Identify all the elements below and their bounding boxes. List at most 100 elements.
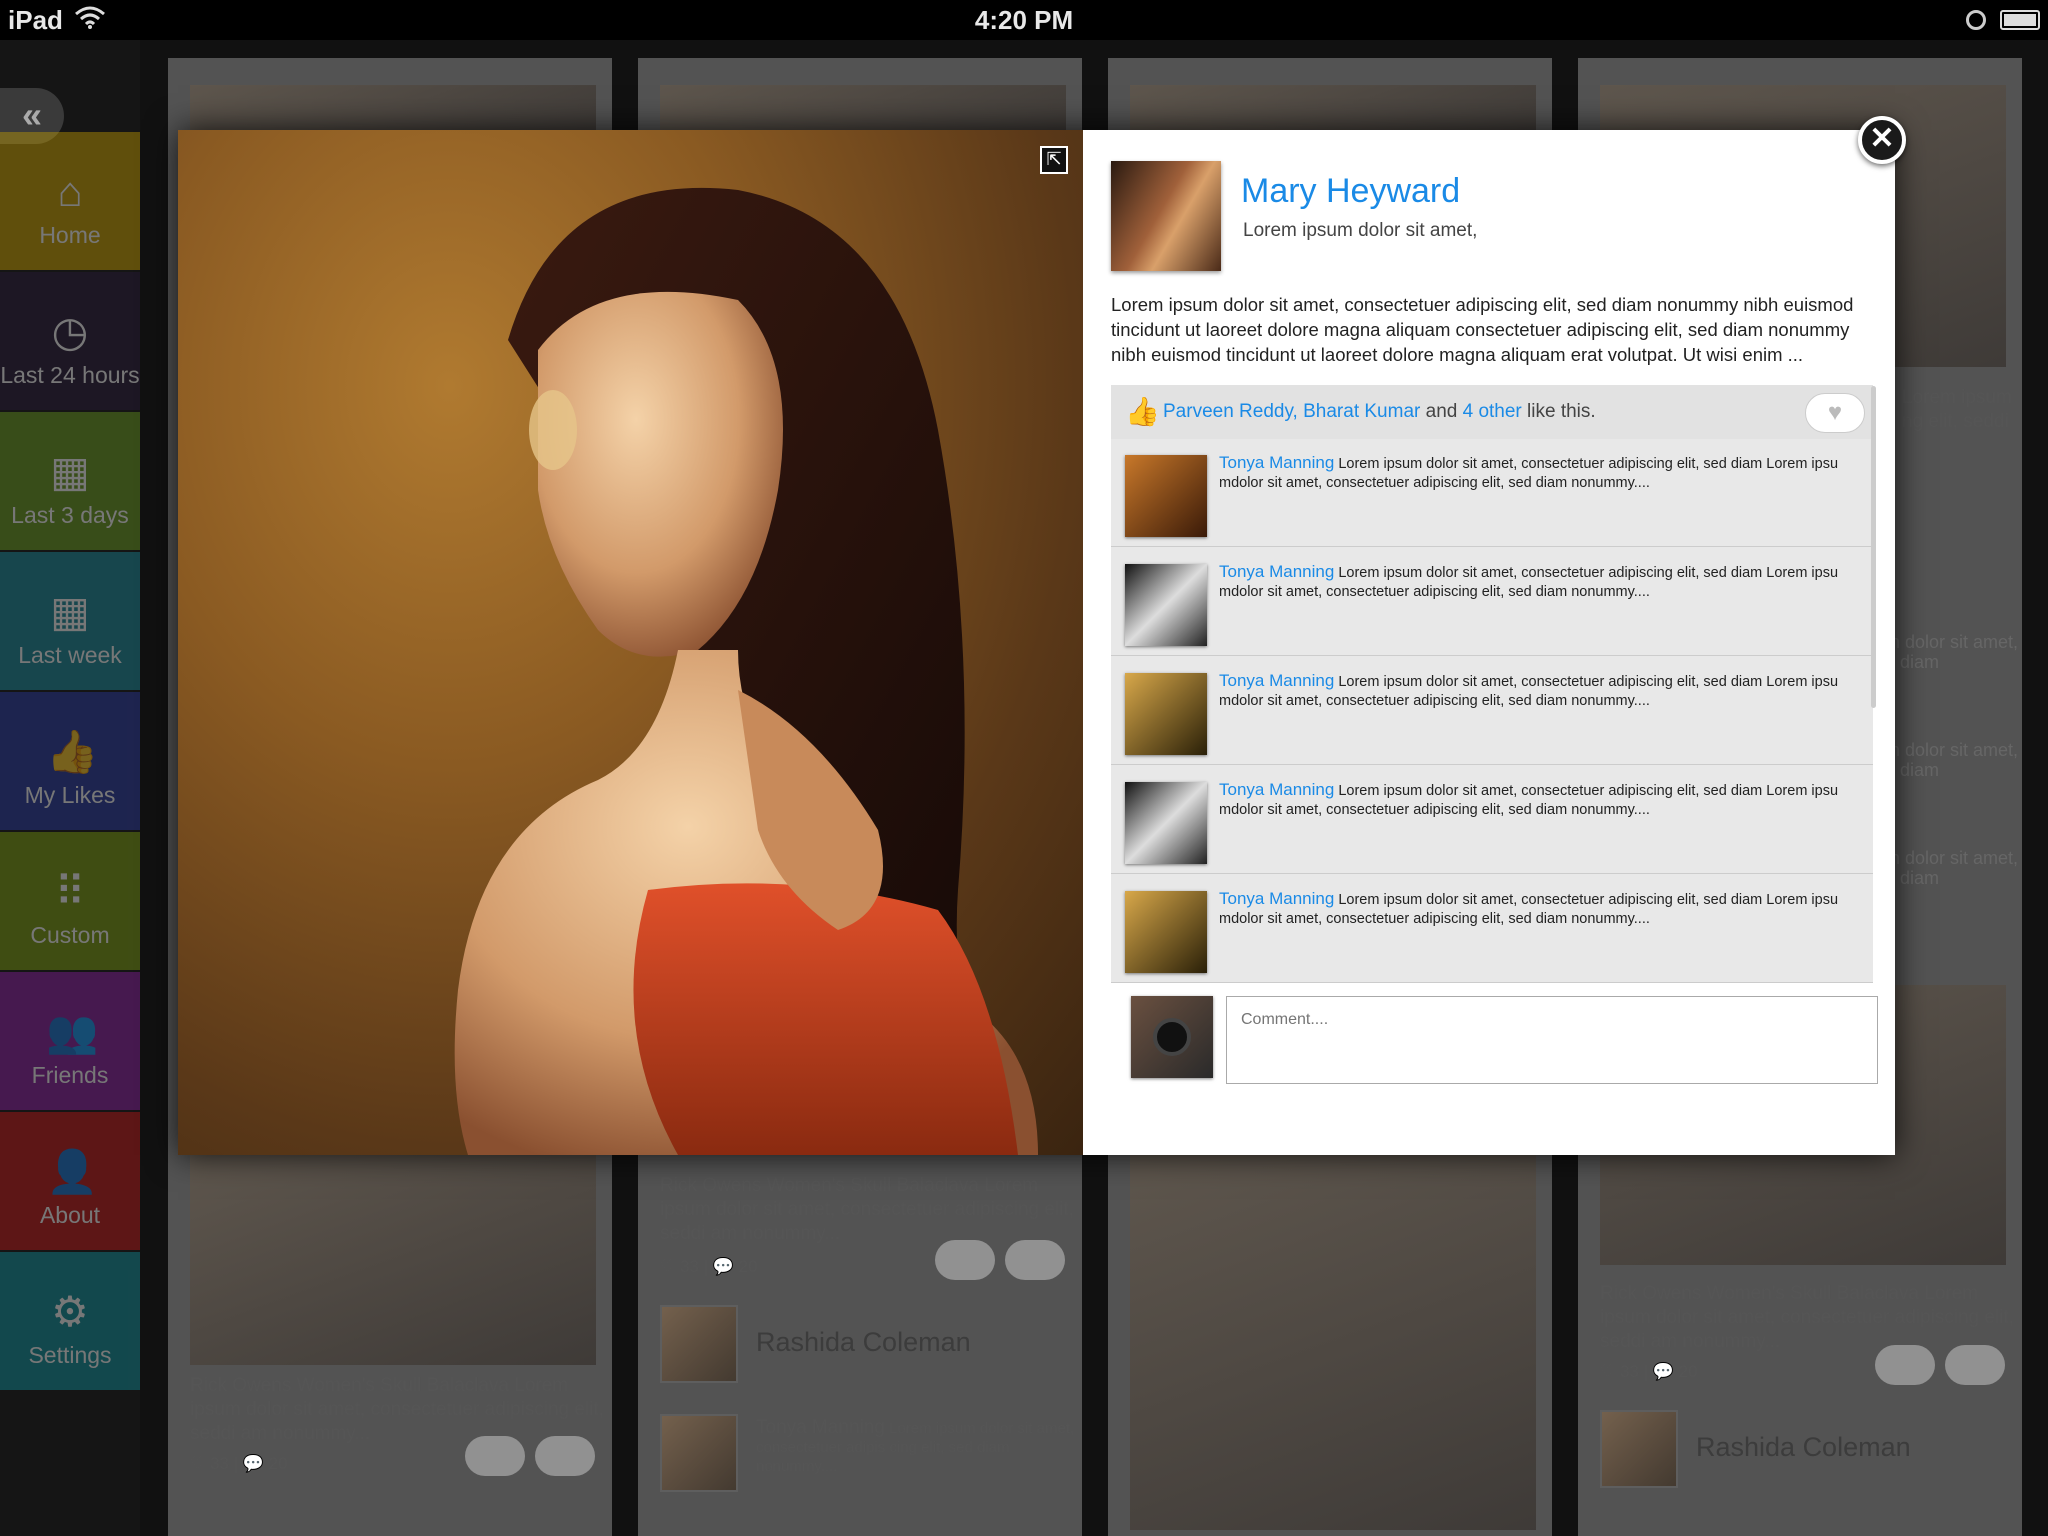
sidebar-item-label: About bbox=[39, 1202, 101, 1228]
alarm-icon bbox=[1966, 10, 1986, 30]
like-heart-button[interactable]: ♥ bbox=[1805, 393, 1865, 433]
heart-button[interactable] bbox=[1005, 1240, 1065, 1280]
likes-suffix: like this. bbox=[1527, 401, 1596, 422]
comment-button[interactable] bbox=[935, 1240, 995, 1280]
author-name[interactable]: Mary Heyward bbox=[1241, 172, 1460, 211]
heart-button[interactable] bbox=[535, 1436, 595, 1476]
sidebar-item-home[interactable]: ⌂ Home bbox=[0, 132, 140, 270]
user-name[interactable]: Rashida Coleman bbox=[756, 1327, 971, 1358]
comment-button[interactable] bbox=[465, 1436, 525, 1476]
feed-image bbox=[660, 85, 1066, 135]
avatar bbox=[660, 1414, 738, 1492]
commenter-name[interactable]: Tonya Manning bbox=[1219, 889, 1334, 908]
post-caption: Rick Owens Women's Skull Balaclava Lorem… bbox=[660, 1175, 1074, 1244]
feed-image[interactable] bbox=[190, 1155, 596, 1365]
sidebar-item-label: Last week bbox=[18, 642, 122, 668]
sidebar-item-last-week[interactable]: ▦ Last week bbox=[0, 552, 140, 690]
feed-text-fragment: Lorem ipsum bbox=[1902, 387, 2012, 408]
comment-button[interactable] bbox=[1875, 1345, 1935, 1385]
avatar bbox=[1600, 1410, 1678, 1488]
commenter-avatar[interactable] bbox=[1125, 782, 1207, 864]
calendar-grid-icon: ▦ bbox=[50, 588, 90, 635]
feed-image bbox=[1130, 85, 1536, 135]
heart-button[interactable] bbox=[1945, 1345, 2005, 1385]
post-caption: Rick Owens Women's Skull Balaclava Lorem… bbox=[1600, 1283, 2014, 1352]
post-caption: Rick Owens Women's Skull Balaclava Lorem… bbox=[190, 1375, 604, 1444]
other-likers-link[interactable]: 4 other bbox=[1463, 401, 1522, 422]
sidebar-item-label: Last 3 days bbox=[11, 502, 129, 528]
commenter-avatar[interactable] bbox=[1125, 564, 1207, 646]
sidebar-item-about[interactable]: 👤 About bbox=[0, 1112, 140, 1250]
my-avatar bbox=[1131, 996, 1213, 1078]
post-photo[interactable]: ⇱ bbox=[178, 130, 1083, 1155]
commenter-name[interactable]: Tonya Manning bbox=[1219, 453, 1334, 472]
user-name[interactable]: Rashida Coleman bbox=[1696, 1432, 1911, 1463]
comments-scrollbar[interactable] bbox=[1871, 386, 1876, 708]
comment-row: Tonya Manning Lorem ipsum dolor sit amet… bbox=[1111, 548, 1873, 656]
sidebar-item-custom[interactable]: ⠿ Custom bbox=[0, 832, 140, 970]
commenter-name[interactable]: Tonya Manning bbox=[1219, 562, 1334, 581]
commenter-name[interactable]: Tonya Manning bbox=[1219, 780, 1334, 799]
photo-illustration bbox=[454, 187, 1039, 1155]
comment-body: Tonya Manning Lorem ipsum dolor sit amet… bbox=[1219, 453, 1859, 493]
feed-image[interactable] bbox=[1130, 1155, 1536, 1530]
battery-icon bbox=[2000, 10, 2040, 30]
commenter-name[interactable]: Tonya Manning bbox=[1219, 671, 1334, 690]
post-stats: ♡ 33 | 💬 20 bbox=[190, 1454, 288, 1473]
status-bar: iPad 4:20 PM bbox=[0, 0, 2048, 40]
sidebar-item-label: Friends bbox=[31, 1062, 109, 1088]
comment-snippet: Tonya Manning Lorem ipsum dolor sit amet… bbox=[756, 1418, 1076, 1476]
comment-row: Tonya Manning Lorem ipsum dolor sit amet… bbox=[1111, 766, 1873, 874]
comment-row: Tonya Manning Lorem ipsum dolor sit amet… bbox=[1111, 439, 1873, 547]
thumbs-up-icon: 👍 bbox=[46, 728, 99, 775]
comment-body: Tonya Manning Lorem ipsum dolor sit amet… bbox=[1219, 889, 1859, 929]
sidebar-item-friends[interactable]: 👥 Friends bbox=[0, 972, 140, 1110]
comment-body: Tonya Manning Lorem ipsum dolor sit amet… bbox=[1219, 562, 1859, 602]
commenter-avatar[interactable] bbox=[1125, 455, 1207, 537]
comment-body: Tonya Manning Lorem ipsum dolor sit amet… bbox=[1219, 780, 1859, 820]
sidebar-item-my-likes[interactable]: 👍 My Likes bbox=[0, 692, 140, 830]
sidebar-item-last-24-hours[interactable]: ◷ Last 24 hours bbox=[0, 272, 140, 410]
sidebar-item-last-3-days[interactable]: ▦ Last 3 days bbox=[0, 412, 140, 550]
thumbs-up-icon: 👍 bbox=[1125, 396, 1160, 427]
sidebar-item-label: Last 24 hours bbox=[0, 362, 140, 388]
post-description: Lorem ipsum dolor sit amet, consectetuer… bbox=[1111, 294, 1854, 365]
calendar-icon: ▦ bbox=[50, 448, 90, 495]
sidebar-item-label: Custom bbox=[30, 922, 110, 948]
avatar bbox=[660, 1305, 738, 1383]
likes-bar: 👍 Parveen Reddy, Bharat Kumar and 4 othe… bbox=[1111, 385, 1873, 439]
commenter-avatar[interactable] bbox=[1125, 673, 1207, 755]
author-avatar[interactable] bbox=[1111, 161, 1221, 271]
post-info-panel: Mary Heyward Lorem ipsum dolor sit amet,… bbox=[1083, 130, 1895, 1155]
likes-summary: Parveen Reddy, Bharat Kumar and 4 other … bbox=[1163, 401, 1596, 423]
author-subtitle: Lorem ipsum dolor sit amet, bbox=[1243, 220, 1478, 241]
status-time: 4:20 PM bbox=[974, 5, 1074, 35]
photo-detail-modal: ⇱ Mary Heyward Lorem ipsum dolor sit ame… bbox=[178, 116, 1906, 1155]
expand-icon[interactable]: ⇱ bbox=[1040, 146, 1068, 174]
person-icon: 👤 bbox=[46, 1148, 99, 1195]
sidebar-item-label: My Likes bbox=[24, 782, 116, 808]
friends-icon: 👥 bbox=[46, 1008, 99, 1055]
sidebar-item-label: Home bbox=[39, 222, 101, 248]
comment-row: Tonya Manning Lorem ipsum dolor sit amet… bbox=[1111, 875, 1873, 983]
comments-section: 👍 Parveen Reddy, Bharat Kumar and 4 othe… bbox=[1111, 385, 1873, 983]
feed-image bbox=[190, 85, 596, 135]
commenter-avatar[interactable] bbox=[1125, 891, 1207, 973]
comment-author[interactable]: Tonya Manning bbox=[756, 1417, 885, 1438]
close-icon[interactable]: ✕ bbox=[1858, 116, 1906, 164]
likers-link[interactable]: Parveen Reddy, Bharat Kumar bbox=[1163, 401, 1420, 422]
post-stats: ♡ 33 | 💬 20 bbox=[1600, 1362, 1698, 1381]
grid-icon: ⠿ bbox=[54, 868, 86, 915]
likes-and: and bbox=[1425, 401, 1458, 422]
sidebar-item-label: Settings bbox=[28, 1342, 112, 1368]
feed-text-fragment: ng elit, seddi bbox=[1902, 411, 2009, 432]
home-icon: ⌂ bbox=[57, 168, 83, 215]
sidebar-item-settings[interactable]: ⚙ Settings bbox=[0, 1252, 140, 1390]
camera-icon bbox=[1153, 1018, 1191, 1056]
clock-icon: ◷ bbox=[51, 308, 89, 355]
comment-row: Tonya Manning Lorem ipsum dolor sit amet… bbox=[1111, 657, 1873, 765]
comment-body: Tonya Manning Lorem ipsum dolor sit amet… bbox=[1219, 671, 1859, 711]
gear-icon: ⚙ bbox=[51, 1288, 89, 1335]
post-stats: ♡ 33 | 💬 20 bbox=[660, 1257, 758, 1276]
comment-input[interactable] bbox=[1226, 996, 1878, 1084]
